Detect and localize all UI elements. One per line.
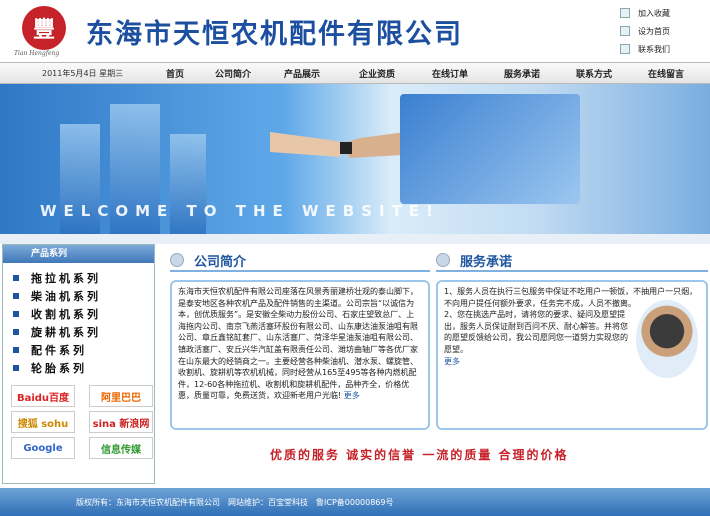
sidebar-item-label: 收割机系列 (31, 308, 101, 321)
sidebar-item-rotary[interactable]: 旋耕机系列 (3, 323, 154, 341)
quick-link-label: 加入收藏 (638, 8, 670, 18)
current-date: 2011年5月4日 星期三 (42, 68, 124, 78)
quick-links: 加入收藏 设为首页 联系我们 (620, 4, 710, 58)
sidebar-item-label: 拖拉机系列 (31, 272, 101, 285)
about-header: 公司简介 (170, 250, 430, 272)
main-nav: 2011年5月4日 星期三 首页 公司简介 产品展示 企业资质 在线订单 服务承… (0, 62, 710, 84)
service-text-2: 2、您在挑选产品时，请将您的要求、疑问及愿望提出，服务人员保证耐到百问不厌、耐心… (444, 310, 628, 354)
header: 豐 Tian Hengfeng 东海市天恒农机配件有限公司 加入收藏 设为首页 … (0, 0, 710, 62)
bookmark-icon (620, 8, 630, 18)
service-title: 服务承诺 (460, 254, 513, 270)
about-more-link[interactable]: 更多 (344, 391, 360, 400)
handshake-image (270, 130, 420, 158)
slogan: 优质的服务 诚实的信誉 一流的质量 合理的价格 (270, 448, 569, 462)
about-section: 公司简介 东海市天恒农机配件有限公司座落在风景秀丽建桥壮观的泰山脚下，是泰安地区… (170, 250, 430, 430)
sidebar-item-label: 柴油机系列 (31, 290, 101, 303)
sidebar-item-diesel[interactable]: 柴油机系列 (3, 287, 154, 305)
bullet-icon (13, 365, 19, 371)
partner-info-media[interactable]: 信息传媒 (89, 437, 153, 459)
footer-maintenance: 网站维护：百宝堂科技 (228, 497, 308, 507)
section-icon (436, 253, 450, 267)
quick-link-label: 设为首页 (638, 26, 670, 36)
partner-links: Baidu百度 阿里巴巴 搜狐 sohu sina 新浪网 Google 信息传… (3, 377, 154, 459)
bullet-icon (13, 329, 19, 335)
sidebar-item-label: 轮胎系列 (31, 362, 87, 375)
nav-guestbook[interactable]: 在线留言 (630, 67, 702, 80)
service-text-box: 1、服务人员在执行三包服务中保证不吃用户一顿饭，不抽用户一只烟，不向用户提任何额… (436, 280, 708, 430)
nav-home[interactable]: 首页 (148, 67, 202, 80)
quick-link-label: 联系我们 (638, 44, 670, 54)
company-logo[interactable]: 豐 (22, 6, 66, 50)
welcome-text: WELCOME TO THE WEBSITE! (40, 202, 440, 220)
service-section: 服务承诺 1、服务人员在执行三包服务中保证不吃用户一顿饭，不抽用户一只烟，不向用… (436, 250, 708, 430)
banner-tech-image (400, 94, 580, 204)
bullet-icon (13, 293, 19, 299)
nav-order[interactable]: 在线订单 (414, 67, 486, 80)
partner-alibaba[interactable]: 阿里巴巴 (89, 385, 153, 407)
bullet-icon (13, 311, 19, 317)
partner-baidu[interactable]: Baidu百度 (11, 385, 75, 407)
sidebar-item-label: 配件系列 (31, 344, 87, 357)
service-agent-image (636, 300, 698, 378)
logo-char: 豐 (32, 17, 55, 43)
footer-copyright: 版权所有：东海市天恒农机配件有限公司 (76, 497, 220, 507)
nav-service[interactable]: 服务承诺 (486, 67, 558, 80)
sidebar-item-tires[interactable]: 轮胎系列 (3, 359, 154, 377)
nav-about[interactable]: 公司简介 (202, 67, 264, 80)
sidebar-item-harvester[interactable]: 收割机系列 (3, 305, 154, 323)
quick-link-homepage[interactable]: 设为首页 (620, 22, 710, 40)
about-title: 公司简介 (194, 254, 247, 270)
sidebar-item-label: 旋耕机系列 (31, 326, 101, 339)
footer-icp[interactable]: 鲁ICP备00000869号 (316, 497, 394, 508)
partner-sina[interactable]: sina 新浪网 (89, 411, 153, 433)
footer: 版权所有：东海市天恒农机配件有限公司 网站维护：百宝堂科技 鲁ICP备00000… (0, 488, 710, 516)
nav-contact[interactable]: 联系方式 (558, 67, 630, 80)
sidebar-title: 产品系列 (3, 245, 154, 263)
product-sidebar: 产品系列 拖拉机系列 柴油机系列 收割机系列 旋耕机系列 配件系列 轮胎系列 B… (2, 244, 155, 484)
about-text-box: 东海市天恒农机配件有限公司座落在风景秀丽建桥壮观的泰山脚下，是泰安地区各种农机产… (170, 280, 430, 430)
nav-products[interactable]: 产品展示 (264, 67, 340, 80)
about-text: 东海市天恒农机配件有限公司座落在风景秀丽建桥壮观的泰山脚下，是泰安地区各种农机产… (178, 287, 418, 401)
service-header: 服务承诺 (436, 250, 708, 272)
contact-icon (620, 44, 630, 54)
divider-strip (0, 234, 710, 244)
logo-subtitle: Tian Hengfeng (14, 50, 60, 57)
hero-banner: WELCOME TO THE WEBSITE! (0, 84, 710, 234)
bullet-icon (13, 347, 19, 353)
section-icon (170, 253, 184, 267)
sidebar-item-tractor[interactable]: 拖拉机系列 (3, 269, 154, 287)
home-icon (620, 26, 630, 36)
partner-google[interactable]: Google (11, 437, 75, 459)
nav-qualification[interactable]: 企业资质 (340, 67, 414, 80)
quick-link-bookmark[interactable]: 加入收藏 (620, 4, 710, 22)
company-name: 东海市天恒农机配件有限公司 (86, 19, 463, 50)
bullet-icon (13, 275, 19, 281)
sidebar-item-parts[interactable]: 配件系列 (3, 341, 154, 359)
quick-link-contact[interactable]: 联系我们 (620, 40, 710, 58)
partner-sohu[interactable]: 搜狐 sohu (11, 411, 75, 433)
